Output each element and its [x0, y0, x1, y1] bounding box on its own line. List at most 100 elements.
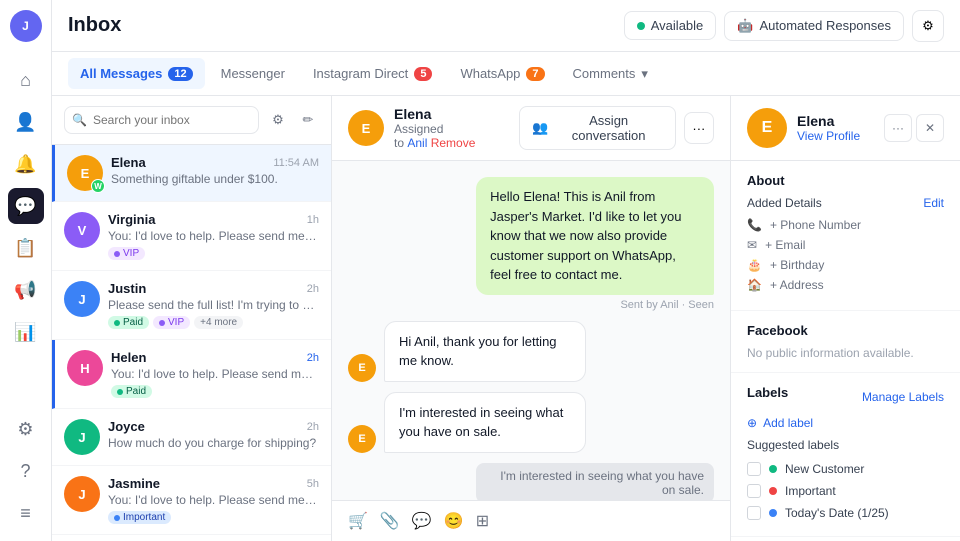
message-sent: I'm interested in seeing what you have o… — [476, 463, 714, 501]
conversation-name: Helen — [111, 350, 146, 365]
tab-whatsapp-badge: 7 — [526, 67, 544, 81]
suggested-label-item: Important — [747, 480, 944, 502]
tab-whatsapp-label: WhatsApp — [460, 66, 520, 81]
assigned-to-link[interactable]: Anil — [407, 136, 427, 150]
label-checkbox[interactable] — [747, 484, 761, 498]
chat-user-name: Elena — [394, 106, 519, 122]
conversation-item[interactable]: H Helen 2h You: I'd love to help. Please… — [52, 340, 331, 409]
megaphone-icon[interactable]: 📢 — [8, 272, 44, 308]
notifications-icon[interactable]: 🔔 — [8, 146, 44, 182]
birthday-detail[interactable]: 🎂 + Birthday — [747, 258, 944, 272]
conversation-name: Elena — [111, 155, 146, 170]
panel-actions: ··· ✕ — [884, 114, 944, 142]
more-options-icon[interactable]: ··· — [884, 114, 912, 142]
added-details-label: Added Details — [747, 196, 822, 210]
close-icon[interactable]: ✕ — [916, 114, 944, 142]
conversation-preview: How much do you charge for shipping? — [108, 436, 319, 450]
search-input[interactable] — [64, 106, 259, 134]
conversation-item[interactable]: J Jasmine 5h You: I'd love to help. Plea… — [52, 466, 331, 535]
manage-labels-link[interactable]: Manage Labels — [862, 390, 944, 404]
right-panel: E Elena View Profile ··· ✕ About Added D… — [730, 96, 960, 541]
tab-messenger[interactable]: Messenger — [209, 58, 297, 89]
more-options-button[interactable]: ··· — [684, 112, 714, 144]
compose-icon[interactable]: ✏ — [297, 106, 319, 134]
conversation-item[interactable]: E W Elena 11:54 AM Something giftable un… — [52, 145, 331, 202]
conversation-item[interactable]: V Virginia 1h You: I'd love to help. Ple… — [52, 202, 331, 271]
conversation-time: 2h — [307, 352, 319, 364]
edit-link[interactable]: Edit — [923, 196, 944, 210]
status-label: Available — [651, 18, 704, 33]
content-area: 🔍 ⚙ ✏ E W Elena 11:54 AM — [52, 96, 960, 541]
filter-icon[interactable]: ⚙ — [267, 106, 289, 134]
label-color-dot — [769, 465, 777, 473]
conversation-list: E W Elena 11:54 AM Something giftable un… — [52, 145, 331, 541]
label-checkbox[interactable] — [747, 506, 761, 520]
tab-all-badge: 12 — [168, 67, 192, 81]
contacts-icon[interactable]: 👤 — [8, 104, 44, 140]
avatar: J — [64, 281, 100, 317]
user-avatar[interactable]: J — [10, 10, 42, 42]
tab-instagram-badge: 5 — [414, 67, 432, 81]
conversation-tags: VIP — [108, 247, 319, 260]
tab-comments[interactable]: Comments ▾ — [561, 58, 660, 90]
cart-icon[interactable]: 🛒 — [348, 511, 368, 531]
about-section: About Added Details Edit 📞 + Phone Numbe… — [731, 161, 960, 311]
email-icon: ✉ — [747, 238, 757, 252]
conversation-item[interactable]: R W Ruki 1d You: I'd love to help. Pleas… — [52, 535, 331, 541]
facebook-text: No public information available. — [747, 346, 944, 360]
tag-dot — [114, 251, 120, 257]
tab-instagram[interactable]: Instagram Direct 5 — [301, 58, 445, 89]
remove-link[interactable]: Remove — [431, 136, 476, 150]
view-profile-link[interactable]: View Profile — [797, 129, 860, 143]
conversation-header: Justin 2h — [108, 281, 319, 296]
label-color-dot — [769, 509, 777, 517]
page-header: Inbox Available 🤖 Automated Responses ⚙ — [52, 0, 960, 52]
panel-avatar: E — [747, 108, 787, 148]
menu-icon[interactable]: ≡ — [8, 495, 44, 531]
assign-conversation-button[interactable]: 👥 Assign conversation — [519, 106, 675, 150]
tab-messenger-label: Messenger — [221, 66, 285, 81]
settings-icon[interactable]: ⚙ — [8, 411, 44, 447]
conversation-item[interactable]: J Justin 2h Please send the full list! I… — [52, 271, 331, 340]
orders-icon[interactable]: 📋 — [8, 230, 44, 266]
conversation-header: Helen 2h — [111, 350, 319, 365]
attachment-icon[interactable]: 📎 — [380, 511, 400, 531]
conversation-item[interactable]: J Joyce 2h How much do you charge for sh… — [52, 409, 331, 466]
avatar: E W — [67, 155, 103, 191]
tab-whatsapp[interactable]: WhatsApp 7 — [448, 58, 556, 89]
conversation-preview: Something giftable under $100. — [111, 172, 319, 186]
tab-all-messages[interactable]: All Messages 12 — [68, 58, 205, 89]
conversation-header: Virginia 1h — [108, 212, 319, 227]
chat-avatar: E — [348, 110, 384, 146]
analytics-icon[interactable]: 📊 — [8, 314, 44, 350]
panel-user-name: Elena — [797, 113, 860, 129]
conversation-tags: Paid — [111, 385, 319, 398]
phone-detail[interactable]: 📞 + Phone Number — [747, 218, 944, 232]
emoji-icon[interactable]: 😊 — [444, 511, 464, 531]
conversation-preview: You: I'd love to help. Please send me s.… — [108, 229, 319, 243]
label-checkbox[interactable] — [747, 462, 761, 476]
conversation-preview: Please send the full list! I'm trying to… — [108, 298, 319, 312]
message-received: E I'm interested in seeing what you have… — [348, 392, 586, 453]
conversation-tags: Paid VIP +4 more — [108, 316, 319, 329]
chat-user-details: Elena Assigned to Anil Remove — [394, 106, 519, 150]
message-bubble: I'm interested in seeing what you have o… — [384, 392, 586, 453]
phone-text: + Phone Number — [770, 218, 861, 232]
home-icon[interactable]: ⌂ — [8, 62, 44, 98]
details-header: Added Details Edit — [747, 196, 944, 210]
settings-button[interactable]: ⚙ — [912, 10, 944, 42]
grid-icon[interactable]: ⊞ — [476, 511, 489, 531]
add-label-button[interactable]: ⊕ Add label — [747, 416, 944, 430]
chat-footer: 🛒 📎 💬 😊 ⊞ — [332, 500, 730, 541]
automated-responses-button[interactable]: 🤖 Automated Responses — [724, 11, 904, 41]
plus-icon: ⊕ — [747, 416, 757, 430]
address-detail[interactable]: 🏠 + Address — [747, 278, 944, 292]
speech-bubble-icon[interactable]: 💬 — [412, 511, 432, 531]
help-icon[interactable]: ? — [8, 453, 44, 489]
email-detail[interactable]: ✉ + Email — [747, 238, 944, 252]
message-sent: Hello Elena! This is Anil from Jasper's … — [476, 177, 714, 311]
inbox-icon[interactable]: 💬 — [8, 188, 44, 224]
status-button[interactable]: Available — [624, 11, 717, 40]
status-indicator — [637, 22, 645, 30]
activity-section: Activity Keep track of important custome… — [731, 537, 960, 541]
